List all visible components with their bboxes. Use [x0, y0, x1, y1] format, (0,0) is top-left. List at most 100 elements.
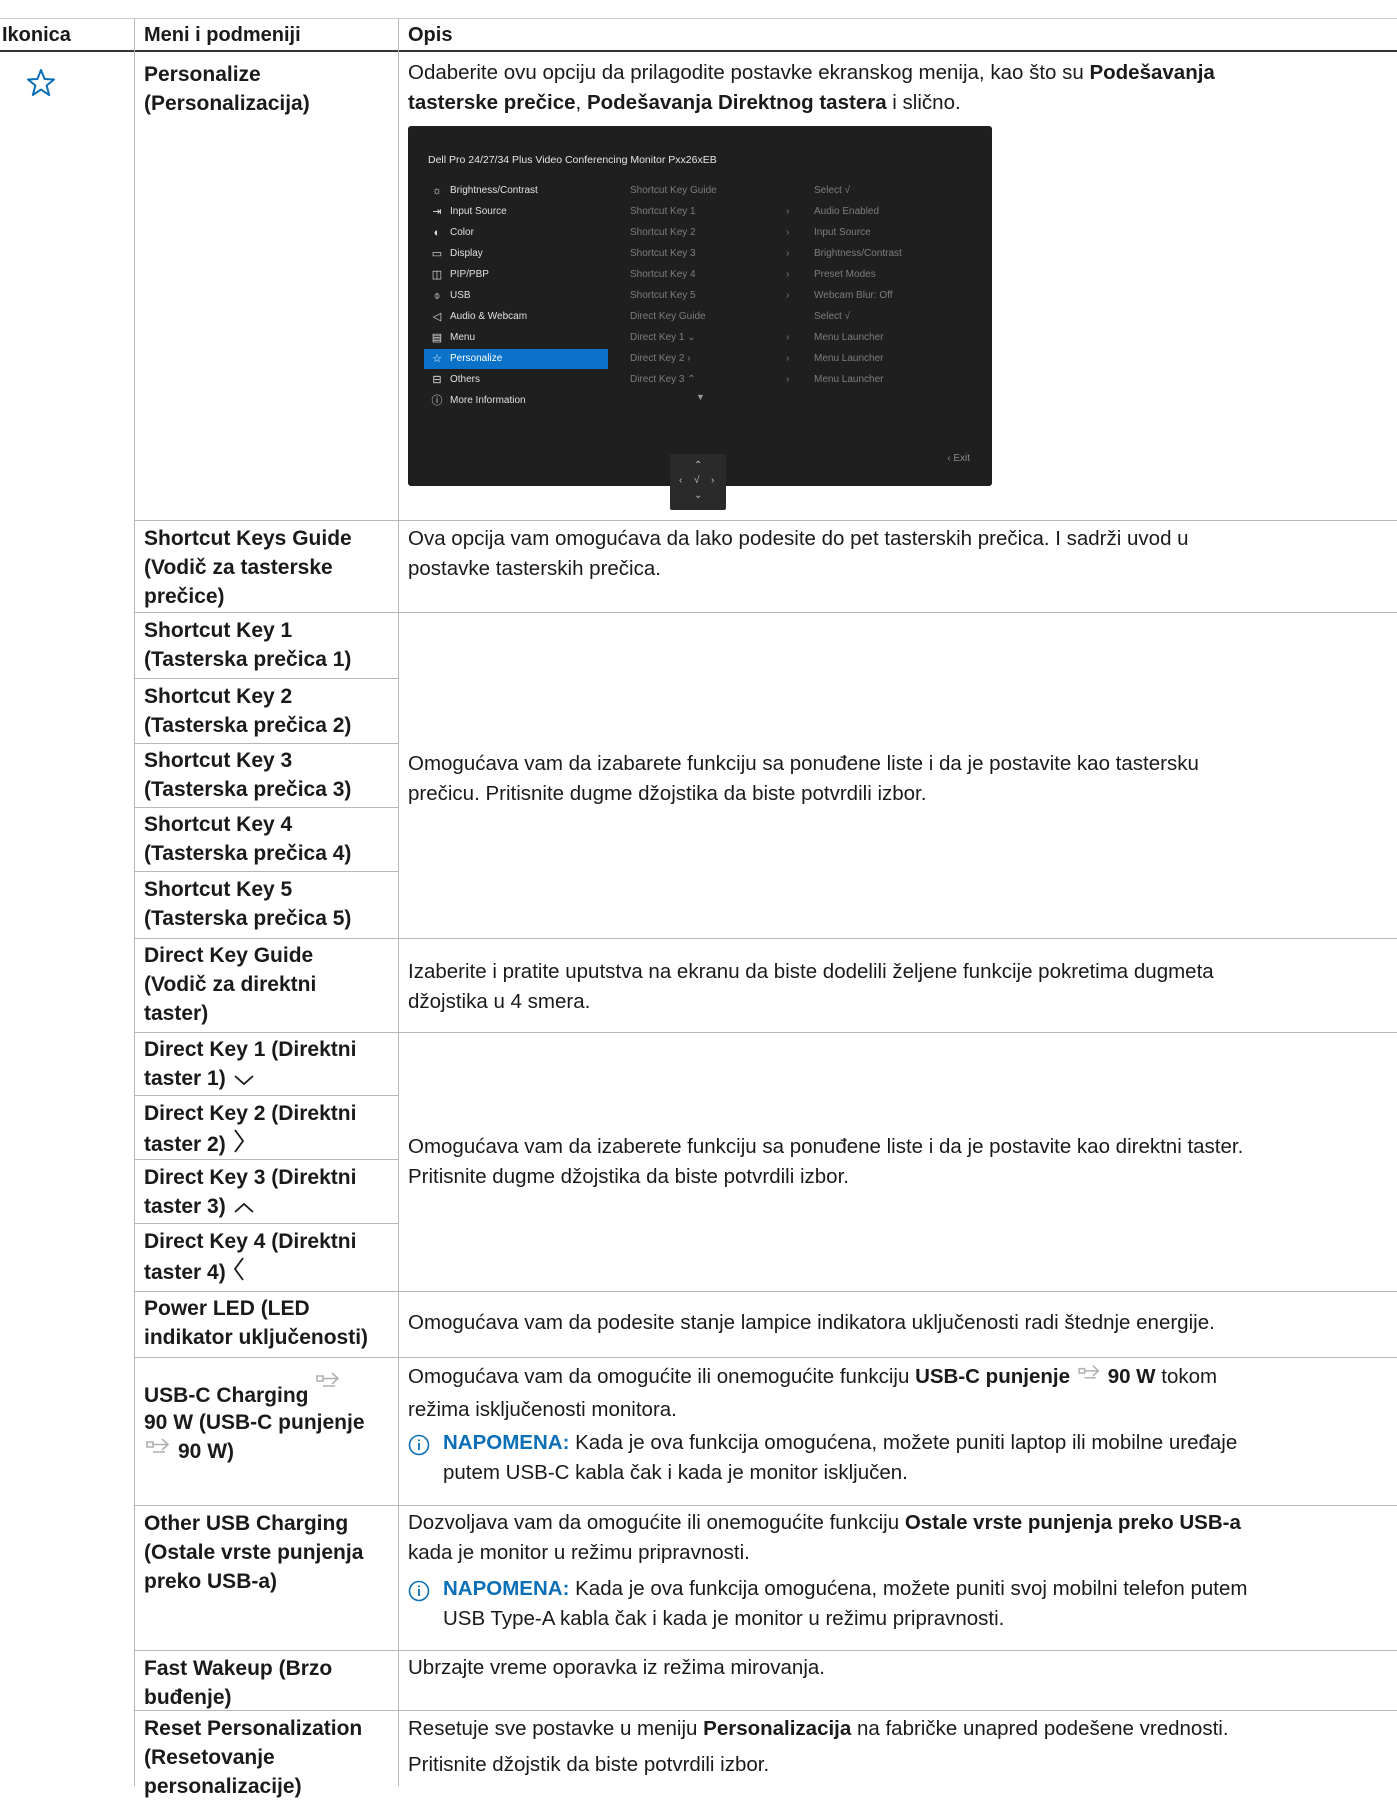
- osd-value: Menu Launcher: [814, 374, 884, 385]
- osd-menu-item[interactable]: ◁ Audio & Webcam: [424, 307, 608, 327]
- desc-shortcut-keys-guide: Ova opcija vam omogućava da lako podesit…: [408, 527, 1189, 580]
- osd-title: Dell Pro 24/27/34 Plus Video Conferencin…: [428, 154, 717, 166]
- other-usb-note: NAPOMENA: Kada je ova funkcija omogućena…: [443, 1577, 1248, 1630]
- menu-personalize: Personalize (Personalizacija): [144, 63, 310, 115]
- osd-menu-label: Menu: [450, 332, 476, 343]
- row-sep: [134, 1291, 1397, 1292]
- desc-direct-key-guide: Izaberite i pratite uputstva na ekranu d…: [408, 960, 1214, 1013]
- osd-submenu-item[interactable]: Shortcut Key 5: [630, 290, 696, 301]
- row-sep: [134, 871, 398, 872]
- menu-shortcut-key-3: Shortcut Key 3 (Tasterska prečica 3): [144, 749, 352, 801]
- osd-submenu-item[interactable]: Direct Key 3 ⌃: [630, 374, 696, 385]
- osd-menu-item[interactable]: ◫ PIP/PBP: [424, 265, 608, 285]
- row-sep: [134, 1357, 1397, 1358]
- osd-submenu-item[interactable]: Shortcut Key 1: [630, 206, 696, 217]
- menu-fast-wakeup: Fast Wakeup (Brzo buđenje): [144, 1657, 333, 1709]
- menu-direct-key-1: Direct Key 1 (Direktni taster 1): [144, 1035, 356, 1096]
- menu-direct-key-4: Direct Key 4 (Direktni taster 4): [144, 1227, 356, 1290]
- brightness-icon: ☼: [431, 185, 443, 197]
- osd-value: Select √: [814, 311, 851, 322]
- osd-menu-label: Audio & Webcam: [450, 311, 528, 322]
- row-sep: [134, 807, 398, 808]
- desc-shortcut-keys: Omogućava vam da izabarete funkciju sa p…: [408, 752, 1199, 805]
- osd-menu-label: Input Source: [450, 206, 507, 217]
- info-icon: [408, 1434, 430, 1461]
- osd-submenu-item[interactable]: Direct Key 2 ›: [630, 353, 691, 364]
- osd-menu-item[interactable]: ▤ Menu: [424, 328, 608, 348]
- desc-usbc-charging: Omogućava vam da omogućite ili onemogući…: [408, 1364, 1218, 1421]
- desc-power-led: Omogućava vam da podesite stanje lampice…: [408, 1311, 1215, 1334]
- osd-arrow-icon: ›: [786, 248, 790, 259]
- info-icon: ⓘ: [431, 395, 443, 407]
- osd-menu-label: PIP/PBP: [450, 269, 489, 280]
- osd-arrow-icon: ›: [786, 290, 790, 301]
- osd-menu-item[interactable]: ◐ Color: [424, 223, 608, 243]
- desc-fast-wakeup: Ubrzajte vreme oporavka iz režima mirova…: [408, 1656, 825, 1679]
- osd-submenu-item[interactable]: Shortcut Key Guide: [630, 185, 717, 196]
- osd-menu-label: Brightness/Contrast: [450, 185, 538, 196]
- menu-other-usb-charging: Other USB Charging (Ostale vrste punjenj…: [144, 1512, 364, 1593]
- joystick-icon: ⌃ ‹ √ › ⌄: [670, 454, 726, 510]
- osd-arrow-icon: ›: [786, 374, 790, 385]
- osd-value: Webcam Blur: Off: [814, 290, 893, 301]
- osd-submenu-item[interactable]: Shortcut Key 2: [630, 227, 696, 238]
- osd-menu-item[interactable]: ⇥ Input Source: [424, 202, 608, 222]
- osd-arrow-icon: ›: [786, 227, 790, 238]
- color-icon: ◐: [433, 227, 441, 239]
- menu-shortcut-key-2: Shortcut Key 2 (Tasterska prečica 2): [144, 685, 352, 737]
- star-outline-icon: [26, 68, 56, 98]
- chevron-right-icon: [232, 1128, 246, 1162]
- menu-direct-key-3: Direct Key 3 (Direktni taster 3): [144, 1163, 356, 1224]
- desc-direct-keys: Omogućava vam da izaberete funkciju sa p…: [408, 1135, 1244, 1188]
- osd-arrow-icon: ›: [786, 353, 790, 364]
- row-sep: [134, 612, 1397, 613]
- osd-submenu-item[interactable]: Shortcut Key 4: [630, 269, 696, 280]
- row-sep: [134, 1032, 1397, 1033]
- menu-shortcut-key-5: Shortcut Key 5 (Tasterska prečica 5): [144, 878, 352, 930]
- menu-shortcut-keys-guide: Shortcut Keys Guide (Vodič za tasterske …: [144, 527, 352, 608]
- osd-menu-item[interactable]: ☆ Personalize: [424, 349, 608, 369]
- power-delivery-icon: [144, 1437, 178, 1469]
- osd-arrow-icon: ›: [786, 269, 790, 280]
- menu-col-divider: [398, 18, 399, 1786]
- osd-menu-label: Color: [450, 227, 474, 238]
- menu-icon: ▤: [431, 332, 443, 344]
- osd-menu-item[interactable]: ⊟ Others: [424, 370, 608, 390]
- osd-menu-item[interactable]: ▭ Display: [424, 244, 608, 264]
- top-border: [0, 18, 1397, 19]
- osd-menu-label: Personalize: [450, 353, 503, 364]
- menu-shortcut-key-4: Shortcut Key 4 (Tasterska prečica 4): [144, 813, 352, 865]
- input-source-icon: ⇥: [432, 206, 442, 218]
- osd-submenu-item[interactable]: Direct Key Guide: [630, 311, 706, 322]
- osd-scroll-down-icon: ▼: [696, 392, 705, 402]
- usb-icon: ⌽: [433, 290, 441, 302]
- row-sep: [134, 938, 1397, 939]
- row-sep: [134, 1505, 1397, 1506]
- osd-value: Brightness/Contrast: [814, 248, 902, 259]
- power-delivery-icon: [1076, 1364, 1108, 1395]
- osd-menu-item[interactable]: ⓘ More Information: [424, 391, 608, 411]
- osd-menu-item[interactable]: ⌽ USB: [424, 286, 608, 306]
- menu-usbc-charging: USB-C Charging 90 W (USB-C punjenje 90 W…: [144, 1368, 365, 1469]
- row-sep: [134, 1650, 1397, 1651]
- osd-submenu-item[interactable]: Shortcut Key 3: [630, 248, 696, 259]
- osd-menu-label: USB: [450, 290, 471, 301]
- osd-arrow-icon: ›: [786, 332, 790, 343]
- desc-other-usb-charging: Dozvoljava vam da omogućite ili onemoguć…: [408, 1511, 1241, 1564]
- row-sep: [134, 743, 398, 744]
- osd-menu-item[interactable]: ☼ Brightness/Contrast: [424, 181, 608, 201]
- osd-menu-label: More Information: [450, 395, 526, 406]
- others-icon: ⊟: [432, 374, 442, 386]
- osd-value: Audio Enabled: [814, 206, 880, 217]
- info-icon: [408, 1580, 430, 1607]
- menu-direct-key-guide: Direct Key Guide (Vodič za direktni tast…: [144, 944, 317, 1025]
- desc-reset-personalization: Resetuje sve postavke u meniju Personali…: [408, 1717, 1229, 1776]
- power-delivery-icon: [314, 1368, 348, 1412]
- osd-submenu-item[interactable]: Direct Key 1 ⌄: [630, 332, 696, 343]
- menu-direct-key-2: Direct Key 2 (Direktni taster 2): [144, 1099, 356, 1162]
- osd-value: Input Source: [814, 227, 871, 238]
- usbc-note: NAPOMENA: Kada je ova funkcija omogućena…: [443, 1431, 1238, 1484]
- chevron-up-icon: [232, 1195, 256, 1224]
- header-underline: [0, 50, 1397, 52]
- osd-value: Select √: [814, 185, 851, 196]
